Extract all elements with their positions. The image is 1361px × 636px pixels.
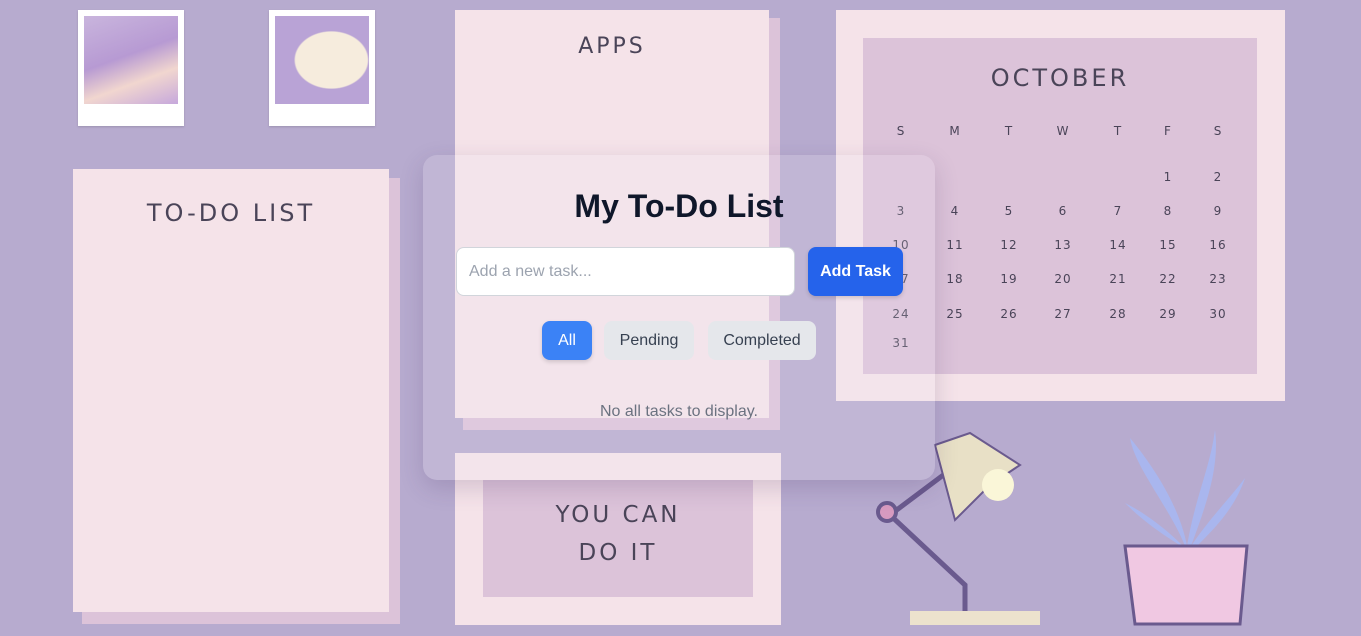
- add-task-button[interactable]: Add Task: [808, 247, 903, 296]
- calendar-day: 27: [1054, 307, 1072, 321]
- calendar-day: 14: [1109, 238, 1127, 252]
- calendar-weekday: W: [1056, 124, 1070, 138]
- empty-tasks-message: No all tasks to display.: [600, 403, 758, 420]
- calendar-day: 20: [1054, 272, 1072, 286]
- calendar-day: 1: [1163, 170, 1173, 184]
- calendar-day: 12: [1000, 238, 1018, 252]
- calendar-day: 18: [946, 272, 964, 286]
- calendar-day: 26: [1000, 307, 1018, 321]
- todo-paper: TO-DO LIST: [73, 169, 389, 612]
- calendar-day: 4: [950, 204, 960, 218]
- todo-paper-title: TO-DO LIST: [146, 199, 316, 227]
- calendar-day: 11: [946, 238, 964, 252]
- calendar-day: 25: [946, 307, 964, 321]
- calendar-weekday: S: [1213, 124, 1223, 138]
- motivation-line2: DO IT: [578, 540, 658, 566]
- calendar-weekday: M: [949, 124, 961, 138]
- calendar-weekday: S: [896, 124, 906, 138]
- calendar-day: 6: [1058, 204, 1068, 218]
- calendar-day: 7: [1113, 204, 1123, 218]
- calendar-month: OCTOBER: [990, 64, 1130, 92]
- calendar-day: 23: [1209, 272, 1227, 286]
- calendar-day: 2: [1213, 170, 1223, 184]
- calendar-day: 28: [1109, 307, 1127, 321]
- calendar-day: 8: [1163, 204, 1173, 218]
- polaroid-photo-girl: [78, 10, 184, 126]
- calendar-weekday: F: [1164, 124, 1172, 138]
- potted-plant-illustration: [1123, 430, 1249, 626]
- calendar-day: 21: [1109, 272, 1127, 286]
- calendar-day: 13: [1054, 238, 1072, 252]
- filter-all-button[interactable]: All: [542, 321, 592, 360]
- filter-pending-button[interactable]: Pending: [604, 321, 694, 360]
- calendar-weekday: T: [1113, 124, 1123, 138]
- motivation-line1: YOU CAN: [555, 502, 681, 528]
- calendar-weekday: T: [1004, 124, 1014, 138]
- todo-app-card: My To-Do List Add Task All Pending Compl…: [423, 155, 935, 480]
- polaroid-photo-cat: [269, 10, 375, 126]
- calendar-day: 16: [1209, 238, 1227, 252]
- calendar-day: 15: [1159, 238, 1177, 252]
- filter-completed-button[interactable]: Completed: [708, 321, 816, 360]
- calendar-day: 29: [1159, 307, 1177, 321]
- apps-paper-title: APPS: [578, 34, 646, 59]
- calendar-day: 9: [1213, 204, 1223, 218]
- task-input[interactable]: [456, 247, 795, 296]
- motivation-inner: YOU CAN DO IT: [483, 480, 753, 597]
- app-title: My To-Do List: [574, 188, 784, 224]
- calendar-day: 30: [1209, 307, 1227, 321]
- calendar-day: 5: [1004, 204, 1014, 218]
- calendar-day: 22: [1159, 272, 1177, 286]
- calendar-day: 19: [1000, 272, 1018, 286]
